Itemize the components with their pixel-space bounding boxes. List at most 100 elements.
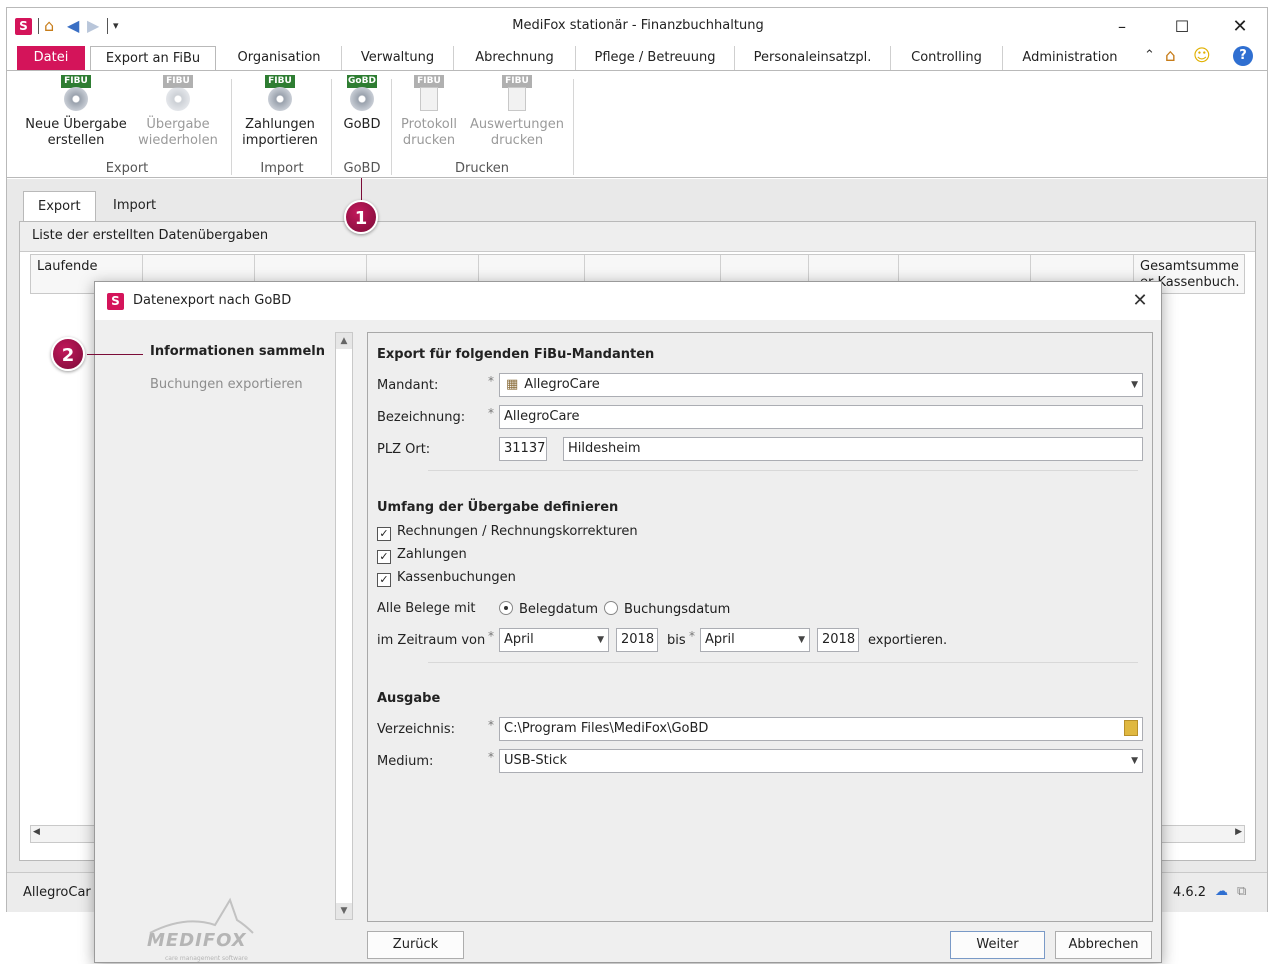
fox-logo-icon xyxy=(149,897,254,934)
scroll-down-icon[interactable]: ▼ xyxy=(336,903,352,919)
close-icon[interactable]: ✕ xyxy=(1225,16,1255,38)
section-heading-umfang: Umfang der Übergabe definieren xyxy=(377,500,619,515)
maximize-icon[interactable]: ☐ xyxy=(1167,16,1197,38)
scroll-right-icon[interactable]: ▶ xyxy=(1235,827,1242,837)
list-title: Liste der erstellten Datenübergaben xyxy=(20,222,1255,252)
required-mark: * xyxy=(488,718,494,732)
windows-icon[interactable]: ⧉ xyxy=(1237,884,1246,899)
zahlungen-importieren-button[interactable]: FIBU Zahlungen importieren xyxy=(235,75,325,149)
to-month-select[interactable]: April ▼ xyxy=(700,628,810,652)
dialog-title-bar: S Datenexport nach GoBD ✕ xyxy=(95,282,1161,320)
steps-vertical-scrollbar[interactable]: ▲ ▼ xyxy=(335,332,353,920)
group-label-import: Import xyxy=(260,161,304,176)
section-heading-mandant: Export für folgenden FiBu-Mandanten xyxy=(377,347,655,362)
cloud-icon[interactable]: ☁ xyxy=(1215,884,1228,899)
smiley-icon[interactable]: ☺ xyxy=(1193,46,1211,66)
to-year-input[interactable]: 2018 xyxy=(817,628,859,652)
folder-browse-icon[interactable] xyxy=(1124,720,1138,736)
callout-line xyxy=(361,178,362,202)
callout-marker-2: 2 xyxy=(51,337,85,371)
tab-pflege-betreuung[interactable]: Pflege / Betreuung xyxy=(576,46,735,70)
tab-abrechnung[interactable]: Abrechnung xyxy=(454,46,576,70)
tab-verwaltung[interactable]: Verwaltung xyxy=(342,46,454,70)
dialog-form: Export für folgenden FiBu-Mandanten Mand… xyxy=(367,332,1153,922)
app-logo-icon: S xyxy=(107,293,124,310)
checkbox-zahlungen[interactable]: ✓ Zahlungen xyxy=(377,547,467,564)
group-separator xyxy=(231,79,232,175)
tab-organisation[interactable]: Organisation xyxy=(217,46,342,70)
tab-export-an-fibu[interactable]: Export an FiBu xyxy=(90,46,216,72)
step-informationen-sammeln[interactable]: Informationen sammeln xyxy=(150,344,325,359)
neue-uebergabe-button[interactable]: FIBU Neue Übergabe erstellen xyxy=(21,75,131,149)
checkmark-icon: ✓ xyxy=(377,527,391,541)
ribbon-tabs: Datei Export an FiBu Organisation Verwal… xyxy=(7,46,1267,72)
mandant-select[interactable]: ▦ AllegroCare ▼ xyxy=(499,373,1143,397)
button-label: GoBD xyxy=(343,117,381,132)
tab-export[interactable]: Export xyxy=(23,191,96,221)
tab-datei[interactable]: Datei xyxy=(17,46,85,70)
dropdown-arrow-icon: ▼ xyxy=(798,635,805,645)
from-month-select[interactable]: April ▼ xyxy=(499,628,609,652)
group-label-drucken: Drucken xyxy=(454,161,510,176)
dialog-title: Datenexport nach GoBD xyxy=(133,293,292,308)
button-label: Auswertungen xyxy=(470,117,564,132)
window-title: MediFox stationär - Finanzbuchhaltung xyxy=(512,18,764,33)
home-settings-icon[interactable]: ⌂ xyxy=(1165,46,1176,66)
collapse-ribbon-icon[interactable]: ⌃ xyxy=(1144,48,1155,63)
dialog-close-icon[interactable]: ✕ xyxy=(1127,288,1153,314)
gobd-export-dialog: S Datenexport nach GoBD ✕ Informationen … xyxy=(94,281,1162,963)
step-buchungen-exportieren[interactable]: Buchungen exportieren xyxy=(150,377,303,392)
required-mark: * xyxy=(689,629,695,643)
scroll-left-icon[interactable]: ◀ xyxy=(33,827,40,837)
verzeichnis-input[interactable]: C:\Program Files\MediFox\GoBD xyxy=(499,717,1143,741)
title-bar: S ⌂ ◀ ▶ ▾ MediFox stationär - Finanzbuch… xyxy=(7,8,1267,46)
button-label: erstellen xyxy=(47,133,105,148)
gobd-button[interactable]: GoBD GoBD xyxy=(337,75,387,133)
document-icon: FIBU xyxy=(500,75,534,115)
button-label: drucken xyxy=(402,133,456,148)
next-button[interactable]: Weiter xyxy=(950,931,1045,959)
zeitraum-label: im Zeitraum von xyxy=(377,633,486,648)
from-year-input[interactable]: 2018 xyxy=(616,628,658,652)
back-button[interactable]: Zurück xyxy=(367,931,464,959)
checkmark-icon: ✓ xyxy=(377,573,391,587)
scroll-up-icon[interactable]: ▲ xyxy=(336,333,352,349)
protokoll-drucken-button[interactable]: FIBU Protokoll drucken xyxy=(397,75,461,149)
tab-controlling[interactable]: Controlling xyxy=(891,46,1003,70)
plz-ort-label: PLZ Ort: xyxy=(377,442,431,457)
building-icon: ▦ xyxy=(506,377,519,392)
required-mark: * xyxy=(488,750,494,764)
medium-select[interactable]: USB-Stick ▼ xyxy=(499,749,1143,773)
divider xyxy=(428,470,1138,471)
tab-administration[interactable]: Administration xyxy=(1003,46,1137,70)
auswertungen-drucken-button[interactable]: FIBU Auswertungen drucken xyxy=(467,75,567,149)
button-label: drucken xyxy=(490,133,544,148)
status-version: 4.6.2 xyxy=(1173,885,1207,900)
minimize-icon[interactable]: – xyxy=(1107,16,1137,38)
radio-buchungsdatum[interactable]: Buchungsdatum xyxy=(604,601,730,617)
callout-marker-1: 1 xyxy=(344,200,378,234)
group-separator xyxy=(331,79,332,175)
exportieren-label: exportieren. xyxy=(868,633,948,648)
tab-personaleinsatzplanung[interactable]: Personaleinsatzpl. xyxy=(735,46,891,70)
help-icon[interactable]: ? xyxy=(1233,46,1253,66)
checkbox-rechnungen[interactable]: ✓ Rechnungen / Rechnungskorrekturen xyxy=(377,524,638,541)
dropdown-arrow-icon: ▼ xyxy=(1131,380,1138,390)
bezeichnung-input[interactable]: AllegroCare xyxy=(499,405,1143,429)
ort-input[interactable]: Hildesheim xyxy=(563,437,1143,461)
radio-belegdatum[interactable]: Belegdatum xyxy=(499,601,598,617)
button-label: wiederholen xyxy=(138,133,218,148)
fibu-disc-icon: FIBU xyxy=(59,75,93,115)
tab-import[interactable]: Import xyxy=(99,191,170,221)
fibu-disc-icon: FIBU xyxy=(161,75,195,115)
checkbox-kassenbuchungen[interactable]: ✓ Kassenbuchungen xyxy=(377,570,516,587)
dropdown-arrow-icon: ▼ xyxy=(1131,756,1138,766)
required-mark: * xyxy=(488,406,494,420)
cancel-button[interactable]: Abbrechen xyxy=(1055,931,1152,959)
plz-input[interactable]: 31137 xyxy=(499,437,547,461)
button-label: importieren xyxy=(242,133,318,148)
status-mandant: AllegroCar xyxy=(23,885,91,900)
bezeichnung-label: Bezeichnung: xyxy=(377,410,466,425)
uebergabe-wiederholen-button[interactable]: FIBU Übergabe wiederholen xyxy=(137,75,219,149)
section-heading-ausgabe: Ausgabe xyxy=(377,691,441,706)
